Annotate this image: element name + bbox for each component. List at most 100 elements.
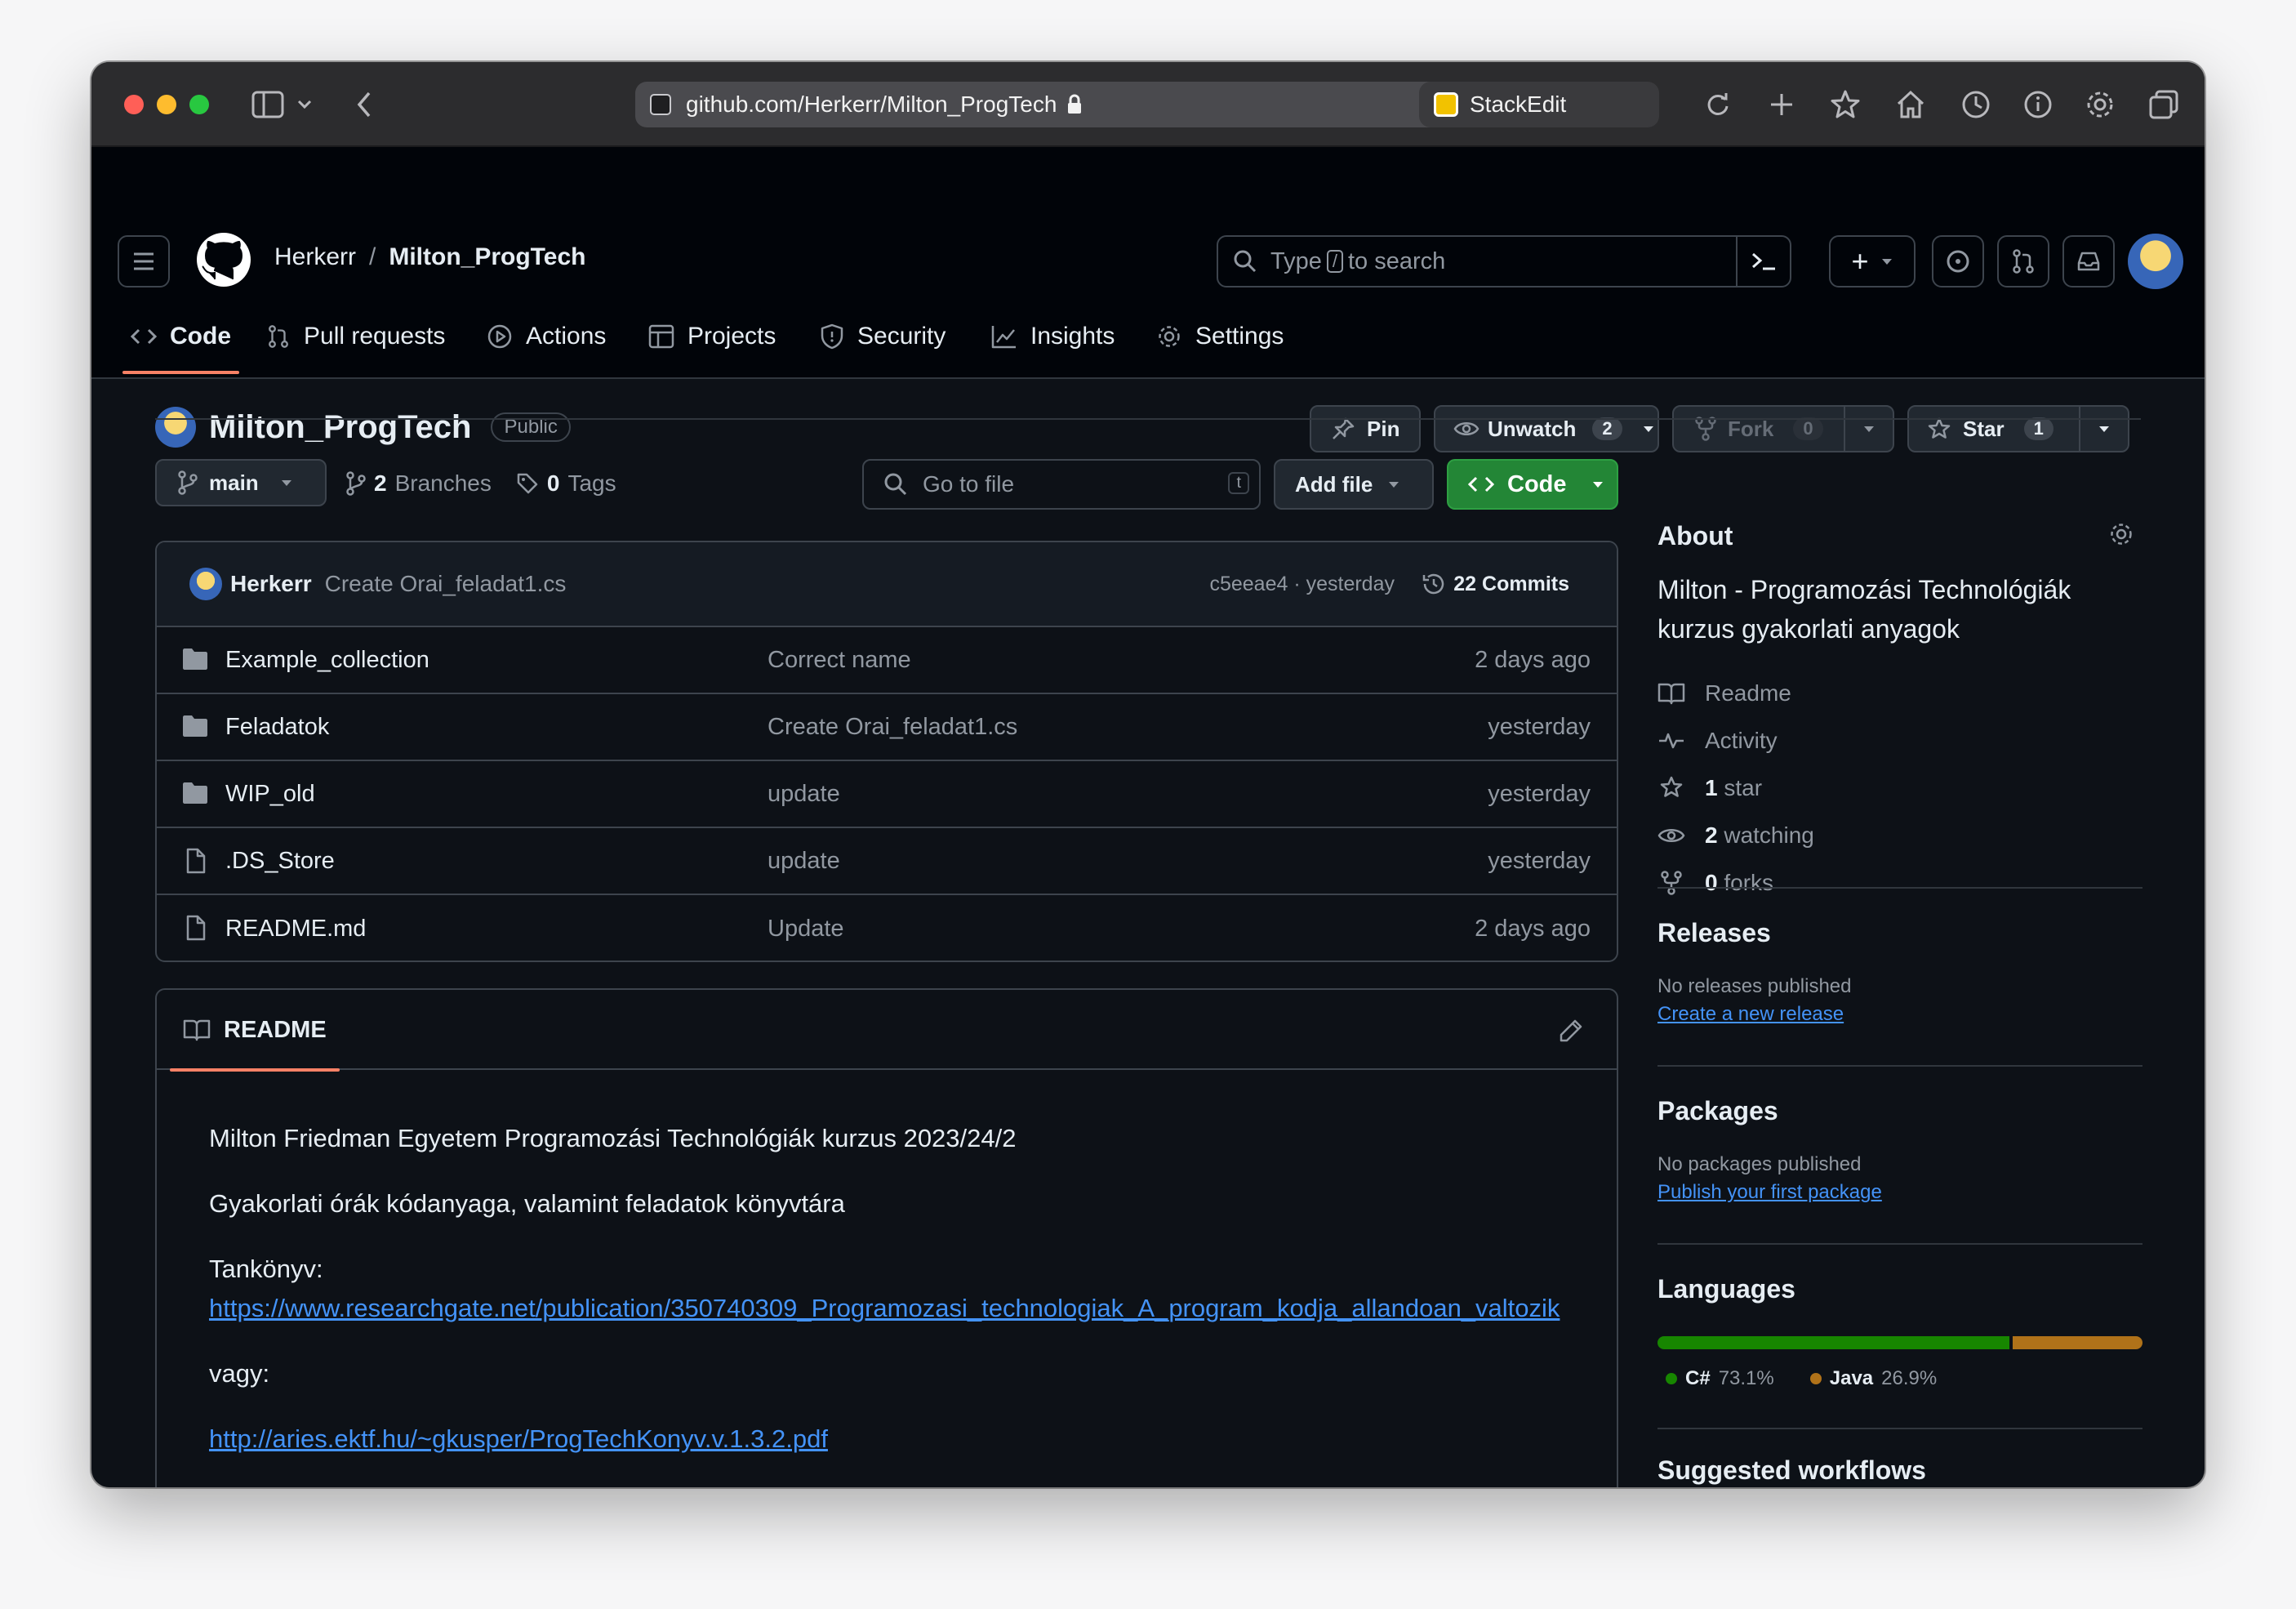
file-row[interactable]: Example_collection Correct name 2 days a… [157, 627, 1617, 694]
tab-settings[interactable]: Settings [1156, 301, 1284, 372]
breadcrumb-repo[interactable]: Milton_ProgTech [389, 243, 585, 271]
watching-link[interactable]: 2 watching [1657, 812, 1814, 859]
file-commit-message[interactable]: Create Orai_feladat1.cs [768, 714, 1017, 741]
shield-icon [820, 323, 844, 350]
tab-actions[interactable]: Actions [487, 301, 606, 372]
language-dot [1809, 1373, 1822, 1384]
suggested-workflows-title: Suggested workflows [1657, 1455, 1926, 1485]
add-file-button[interactable]: Add file [1274, 459, 1434, 510]
forks-link[interactable]: 0 forks [1657, 859, 1814, 907]
fork-dropdown[interactable] [1844, 407, 1893, 451]
command-palette-icon[interactable] [1736, 237, 1790, 286]
address-bar[interactable]: github.com/Herkerr/Milton_ProgTech ··· [635, 82, 1489, 127]
commit-sha-time[interactable]: c5eeae4 · yesterday [1209, 573, 1395, 596]
close-window-button[interactable] [124, 95, 144, 114]
chevron-down-icon[interactable] [296, 95, 314, 113]
create-release-link[interactable]: Create a new release [1657, 1003, 1844, 1026]
star-button[interactable]: Star 1 [1907, 405, 2129, 452]
readme-link[interactable]: Readme [1657, 670, 1814, 717]
info-icon[interactable] [2022, 88, 2054, 121]
github-logo-icon[interactable] [194, 230, 253, 289]
home-icon[interactable] [1894, 88, 1927, 121]
textbook-link[interactable]: https://www.researchgate.net/publication… [209, 1294, 1560, 1322]
breadcrumb-owner[interactable]: Herkerr [274, 243, 356, 271]
create-new-button[interactable]: + [1829, 235, 1916, 287]
minimize-window-button[interactable] [157, 95, 176, 114]
code-button[interactable]: Code [1447, 459, 1618, 510]
pin-icon [1333, 417, 1355, 439]
file-name[interactable]: README.md [225, 916, 366, 943]
commit-author-avatar[interactable] [189, 568, 222, 600]
commits-link[interactable]: 22 Commits [1421, 571, 1569, 597]
bookmark-star-icon[interactable] [1829, 88, 1862, 121]
alt-textbook-link[interactable]: http://aries.ektf.hu/~gkusper/ProgTechKo… [209, 1424, 828, 1453]
back-arrow-icon[interactable] [354, 90, 374, 119]
menu-hamburger-icon[interactable] [118, 235, 170, 287]
repo-name[interactable]: Milton_ProgTech [209, 409, 471, 446]
readme-line: Milton Friedman Egyetem Programozási Tec… [209, 1124, 1017, 1152]
tab-stackedit[interactable]: StackEdit [1419, 82, 1659, 127]
about-list: Readme Activity 1 star 2 watching 0 fork… [1657, 670, 1814, 907]
file-icon [181, 848, 209, 874]
tab-projects[interactable]: Projects [648, 301, 776, 372]
pin-button[interactable]: Pin [1310, 405, 1421, 452]
commit-author[interactable]: Herkerr [230, 571, 312, 597]
reload-icon[interactable] [1703, 90, 1733, 119]
file-row[interactable]: Feladatok Create Orai_feladat1.cs yester… [157, 694, 1617, 761]
new-tab-icon[interactable] [1767, 90, 1796, 119]
go-to-file-input[interactable]: Go to file t [862, 459, 1261, 510]
packages-title[interactable]: Packages [1657, 1096, 1778, 1126]
file-commit-message[interactable]: update [768, 781, 840, 808]
book-icon [183, 1019, 211, 1041]
branches-label: Branches [394, 470, 492, 496]
stars-link[interactable]: 1 star [1657, 764, 1814, 812]
edit-pencil-icon[interactable] [1558, 1018, 1584, 1044]
pull-requests-icon[interactable] [1997, 235, 2049, 287]
fork-button[interactable]: Fork 0 [1672, 405, 1894, 452]
file-name[interactable]: Feladatok [225, 714, 329, 741]
search-input[interactable]: Type / to search [1217, 235, 1791, 287]
tags-link[interactable]: 0 Tags [516, 470, 616, 497]
file-commit-message[interactable]: Correct name [768, 647, 911, 674]
language-java[interactable]: Java 26.9% [1809, 1367, 1937, 1390]
tab-overview-icon[interactable] [2147, 88, 2180, 121]
commit-message[interactable]: Create Orai_feladat1.cs [325, 571, 567, 597]
releases-title[interactable]: Releases [1657, 918, 1771, 948]
pin-label: Pin [1367, 416, 1400, 441]
file-row[interactable]: .DS_Store update yesterday [157, 828, 1617, 895]
maximize-window-button[interactable] [189, 95, 209, 114]
branch-selector[interactable]: main [155, 459, 327, 506]
file-row[interactable]: WIP_old update yesterday [157, 761, 1617, 828]
star-dropdown[interactable] [2079, 407, 2128, 451]
activity-link[interactable]: Activity [1657, 717, 1814, 764]
file-date: yesterday [1488, 847, 1591, 874]
inbox-icon[interactable] [2062, 235, 2115, 287]
sidebar-toggle-icon[interactable] [251, 90, 284, 119]
tab-insights[interactable]: Insights [991, 301, 1115, 372]
tab-code[interactable]: Code [122, 301, 239, 374]
tab-settings-label: Settings [1195, 323, 1284, 350]
history-icon[interactable] [1960, 88, 1992, 121]
language-bar-csharp [1657, 1336, 2010, 1349]
stackedit-favicon-icon [1434, 92, 1458, 117]
branches-link[interactable]: 2 Branches [346, 470, 492, 497]
unwatch-button[interactable]: Unwatch 2 [1434, 405, 1659, 452]
gear-icon[interactable] [2108, 521, 2134, 547]
play-icon [487, 323, 513, 350]
tab-pull-requests[interactable]: Pull requests [266, 301, 445, 372]
file-name[interactable]: .DS_Store [225, 848, 335, 875]
file-name[interactable]: Example_collection [225, 647, 429, 674]
settings-gear-icon[interactable] [2084, 88, 2116, 121]
file-row[interactable]: README.md Update 2 days ago [157, 895, 1617, 960]
readme-tab[interactable]: README [170, 990, 340, 1072]
file-commit-message[interactable]: update [768, 848, 840, 875]
owner-avatar[interactable] [155, 407, 196, 448]
publish-package-link[interactable]: Publish your first package [1657, 1181, 1882, 1204]
user-avatar[interactable] [2128, 234, 2183, 289]
tab-security[interactable]: Security [820, 301, 946, 372]
language-csharp[interactable]: C# 73.1% [1666, 1367, 1774, 1390]
issues-icon[interactable] [1932, 235, 1984, 287]
file-name[interactable]: WIP_old [225, 781, 315, 808]
caret-down-icon [1592, 482, 1603, 488]
file-commit-message[interactable]: Update [768, 916, 844, 943]
